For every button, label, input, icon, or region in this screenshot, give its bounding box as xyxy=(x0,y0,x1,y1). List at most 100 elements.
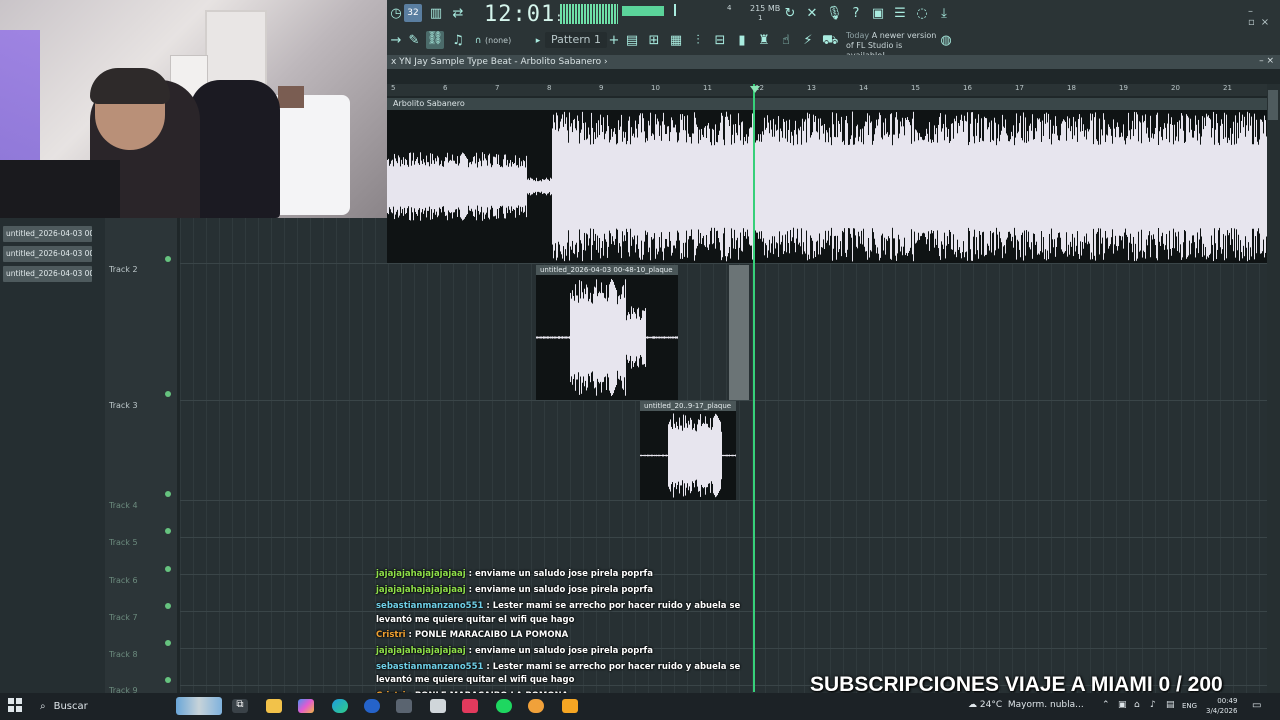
mixer-icon[interactable]: ☰ xyxy=(892,6,908,22)
copilot-icon[interactable] xyxy=(298,699,314,713)
master-level-meter xyxy=(622,6,664,16)
notification-icon[interactable]: ▭ xyxy=(1252,700,1261,711)
chrome-icon[interactable] xyxy=(364,699,380,713)
search-placeholder: Buscar xyxy=(53,701,88,712)
timeline-ruler[interactable]: 5 6 7 8 9 10 11 12 13 14 15 16 17 18 19 20 21 xyxy=(387,84,1267,96)
chat-message: jajajajahajajajajaaj : enviame un saludo… xyxy=(376,646,653,656)
track-label[interactable]: Track 3 xyxy=(109,401,138,410)
track-label[interactable]: Track 2 xyxy=(109,265,138,274)
playhead[interactable] xyxy=(753,84,755,692)
project-icon[interactable]: ▮ xyxy=(734,33,750,49)
track-label[interactable]: Track 6 xyxy=(109,576,138,585)
step-edit-icon[interactable]: ▥ xyxy=(428,6,444,22)
add-pattern-icon[interactable]: + xyxy=(606,33,622,49)
save-icon[interactable]: ▣ xyxy=(870,6,886,22)
app-icon[interactable] xyxy=(396,699,412,713)
chat-username: jajajajahajajajajaaj xyxy=(376,585,466,595)
playlist-window-controls[interactable]: – × xyxy=(1259,56,1274,66)
download-icon[interactable]: ⤓ xyxy=(936,6,952,22)
ruler-bar-number: 17 xyxy=(1015,84,1024,92)
microphone-icon[interactable]: 🎙 xyxy=(826,6,843,22)
spotify-icon[interactable] xyxy=(496,699,512,713)
track-mute-led[interactable] xyxy=(165,391,171,397)
pattern-selector[interactable]: Pattern 1 xyxy=(545,32,607,48)
playlist-icon[interactable]: ▤ xyxy=(624,33,640,49)
snap-selector[interactable]: (none) xyxy=(485,36,511,45)
vertical-scrollbar[interactable] xyxy=(1267,84,1280,694)
pattern-prev-icon[interactable]: ▸ xyxy=(530,33,546,49)
app-icon[interactable] xyxy=(462,699,478,713)
magnet-icon[interactable]: ∩ xyxy=(470,33,486,49)
track-mute-led[interactable] xyxy=(165,491,171,497)
audio-clip-untitled-1[interactable] xyxy=(536,275,678,400)
network-icon[interactable]: ⌂ xyxy=(1134,700,1140,710)
audio-clip-untitled-2[interactable] xyxy=(640,411,736,500)
tray-chevron-icon[interactable]: ⌃ xyxy=(1102,700,1110,710)
window-controls[interactable]: –▫× xyxy=(1248,6,1280,28)
widget-icon[interactable] xyxy=(176,697,222,715)
track-label[interactable]: Track 7 xyxy=(109,613,138,622)
chrome-icon[interactable] xyxy=(528,699,544,713)
pencil-icon[interactable]: ✎ xyxy=(406,33,422,49)
piano-roll-icon[interactable]: ▦ xyxy=(668,33,684,49)
ruler-bar-number: 6 xyxy=(443,84,448,92)
system-clock[interactable]: 00:49 3/4/2026 xyxy=(1206,696,1237,716)
cloud-icon: ☁ xyxy=(968,700,977,710)
volume-icon[interactable]: ▤ xyxy=(1166,700,1175,710)
track-label[interactable]: Track 5 xyxy=(109,538,138,547)
audio-clip-header[interactable]: untitled_20..9-17_plaque xyxy=(640,401,736,411)
task-view-icon[interactable]: ⧉ xyxy=(232,699,248,713)
ruler-bar-number: 8 xyxy=(547,84,552,92)
track-mute-led[interactable] xyxy=(165,528,171,534)
help-icon[interactable]: ? xyxy=(848,6,864,22)
chat-icon[interactable]: ◌ xyxy=(914,6,930,22)
link-icon[interactable]: ⛓ xyxy=(426,31,444,49)
arrow-right-icon[interactable]: → xyxy=(388,33,404,49)
master-pitch-knob[interactable] xyxy=(674,4,676,16)
clip-name: untitled_20..9-17_plaque xyxy=(644,402,732,410)
cable-icon[interactable]: ⚡ xyxy=(800,33,816,49)
browser-item[interactable]: untitled_2026-04-03 00-... xyxy=(3,226,92,242)
audio-clip-header[interactable]: Arbolito Sabanero xyxy=(387,98,1267,110)
fl-studio-icon[interactable] xyxy=(562,699,578,713)
audio-clip-header[interactable]: untitled_2026-04-03 00-48-10_plaque xyxy=(536,265,678,275)
browser-icon[interactable]: ⊟ xyxy=(712,33,728,49)
chat-text: : enviame un saludo jose pirela poprfa xyxy=(465,585,653,595)
track-mute-led[interactable] xyxy=(165,603,171,609)
language-indicator[interactable]: ENG xyxy=(1182,702,1197,710)
memory-usage: 215 MB xyxy=(750,4,781,13)
track-mute-led[interactable] xyxy=(165,566,171,572)
track-label[interactable]: Track 4 xyxy=(109,501,138,510)
ruler-bar-number: 13 xyxy=(807,84,816,92)
track-mute-led[interactable] xyxy=(165,640,171,646)
ruler-bar-number: 10 xyxy=(651,84,660,92)
track-label[interactable]: Track 8 xyxy=(109,650,138,659)
windows-start-icon[interactable] xyxy=(8,698,22,712)
playhead-marker[interactable] xyxy=(750,86,760,93)
browser-item[interactable]: untitled_2026-04-03 00-... xyxy=(3,266,92,282)
cart-icon[interactable]: ⛟ xyxy=(822,33,838,49)
globe-icon[interactable]: ◍ xyxy=(938,33,954,49)
file-explorer-icon[interactable] xyxy=(266,699,282,713)
typing-keyboard-icon[interactable]: 32 xyxy=(404,4,422,22)
plugin-icon[interactable]: ♜ xyxy=(756,33,772,49)
track-mute-led[interactable] xyxy=(165,256,171,262)
tempo-icon[interactable]: ◷ xyxy=(388,6,404,22)
mixer-faders-icon[interactable]: ⫶ xyxy=(690,33,706,49)
channel-rack-icon[interactable]: ⊞ xyxy=(646,33,662,49)
refresh-icon[interactable]: ↻ xyxy=(782,6,798,22)
audio-clip-arbolito[interactable] xyxy=(387,110,1267,263)
chat-text: : Lester mami se arrecho por hacer ruido… xyxy=(483,662,741,672)
tray-app-icon[interactable]: ▣ xyxy=(1118,700,1127,710)
scrollbar-thumb[interactable] xyxy=(1268,90,1278,120)
microphone-icon[interactable]: ♪ xyxy=(1150,700,1156,710)
track-mute-led[interactable] xyxy=(165,677,171,683)
browser-item[interactable]: untitled_2026-04-03 00-... xyxy=(3,246,92,262)
panic-icon[interactable]: ✕ xyxy=(804,6,820,22)
bell-icon[interactable]: ♫ xyxy=(450,33,466,49)
loop-record-icon[interactable]: ⇄ xyxy=(450,6,466,22)
touch-icon[interactable]: ☝ xyxy=(778,33,794,49)
edge-icon[interactable] xyxy=(332,699,348,713)
app-icon[interactable] xyxy=(430,699,446,713)
weather-widget[interactable]: ☁ 24°C Mayorm. nubla... xyxy=(968,700,1084,710)
